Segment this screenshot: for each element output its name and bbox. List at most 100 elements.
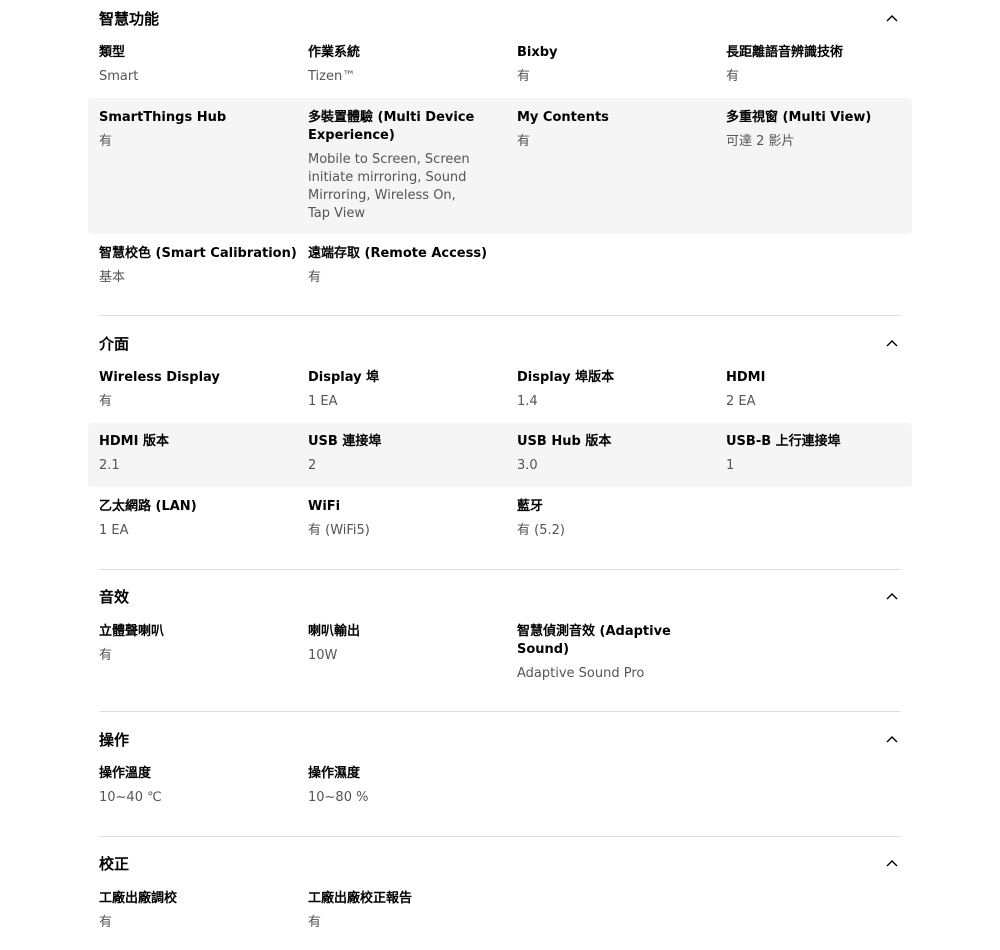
spec-row: HDMI 版本 2.1 USB 連接埠 2 USB Hub 版本 3.0 USB… xyxy=(88,423,912,487)
spec-label: HDMI 版本 xyxy=(99,434,169,449)
spec-item: Bixby 有 xyxy=(517,44,692,86)
spec-item: Wireless Display 有 xyxy=(99,369,274,411)
chevron-up-icon[interactable] xyxy=(885,338,899,350)
spec-label: USB Hub 版本 xyxy=(517,434,612,449)
spec-value: 有 xyxy=(99,648,113,663)
spec-label: 作業系統 xyxy=(308,45,361,60)
spec-label: 長距離語音辨識技術 xyxy=(726,45,844,60)
spec-item: 長距離語音辨識技術 有 xyxy=(726,44,901,86)
spec-label: 智慧校色 (Smart Calibration) xyxy=(99,246,297,261)
spec-row: 乙太網路 (LAN) 1 EA WiFi 有 (WiFi5) 藍牙 有 (5.2… xyxy=(88,489,912,549)
spec-value: 有 xyxy=(726,69,740,84)
spec-label: 喇叭輸出 xyxy=(308,624,361,639)
spec-label: Bixby xyxy=(517,45,558,60)
chevron-up-icon[interactable] xyxy=(885,591,899,603)
spec-value: 1.4 xyxy=(517,394,538,409)
spec-item: Display 埠 1 EA xyxy=(308,369,483,411)
spec-item: Display 埠版本 1.4 xyxy=(517,369,692,411)
spec-value: Mobile to Screen, Screen initiate mirror… xyxy=(308,152,470,221)
spec-value: 有 (5.2) xyxy=(517,523,565,538)
spec-label: 操作濕度 xyxy=(308,766,361,781)
spec-value: 可達 2 影片 xyxy=(726,134,795,149)
chevron-up-icon[interactable] xyxy=(885,858,899,870)
spec-label: Wireless Display xyxy=(99,370,220,385)
spec-value: 有 xyxy=(308,915,322,930)
spec-label: 智慧偵測音效 (Adaptive Sound) xyxy=(517,624,671,657)
section-title: 智慧功能 xyxy=(99,10,160,28)
spec-item: WiFi 有 (WiFi5) xyxy=(308,498,483,540)
spec-label: 多重視窗 (Multi View) xyxy=(726,110,872,125)
spec-value: 2 EA xyxy=(726,394,756,409)
spec-label: Display 埠 xyxy=(308,370,380,385)
spec-item: 乙太網路 (LAN) 1 EA xyxy=(99,498,274,540)
spec-value: 有 xyxy=(99,134,113,149)
spec-label: 類型 xyxy=(99,45,126,60)
spec-item: HDMI 2 EA xyxy=(726,369,901,411)
spec-label: Display 埠版本 xyxy=(517,370,615,385)
spec-label: 遠端存取 (Remote Access) xyxy=(308,246,488,261)
section-divider xyxy=(99,569,901,570)
spec-label: 乙太網路 (LAN) xyxy=(99,499,197,514)
spec-item: 藍牙 有 (5.2) xyxy=(517,498,692,540)
spec-item: 遠端存取 (Remote Access) 有 xyxy=(308,245,508,287)
spec-value: 有 xyxy=(99,915,113,930)
spec-item: 類型 Smart xyxy=(99,44,274,86)
section-title: 音效 xyxy=(99,588,130,606)
spec-value: 10~80 % xyxy=(308,790,369,805)
section-title: 操作 xyxy=(99,731,130,749)
spec-label: 操作溫度 xyxy=(99,766,152,781)
spec-value: Smart xyxy=(99,69,139,84)
spec-value: 有 (WiFi5) xyxy=(308,523,370,538)
spec-label: 多裝置體驗 (Multi Device Experience) xyxy=(308,110,475,143)
spec-item: 立體聲喇叭 有 xyxy=(99,623,274,665)
spec-label: SmartThings Hub xyxy=(99,110,227,125)
spec-item: 操作溫度 10~40 ℃ xyxy=(99,765,274,807)
spec-value: 有 xyxy=(99,394,113,409)
spec-item: 操作濕度 10~80 % xyxy=(308,765,483,807)
spec-value: 2.1 xyxy=(99,458,120,473)
spec-row: 類型 Smart 作業系統 Tizen™ Bixby 有 長距離語音辨識技術 有 xyxy=(88,36,912,96)
spec-value: 10~40 ℃ xyxy=(99,790,162,805)
chevron-up-icon[interactable] xyxy=(885,13,899,25)
spec-item: 智慧校色 (Smart Calibration) 基本 xyxy=(99,245,299,287)
spec-item: USB 連接埠 2 xyxy=(308,433,483,475)
spec-value: 3.0 xyxy=(517,458,538,473)
spec-item: USB-B 上行連接埠 1 xyxy=(726,433,901,475)
spec-value: 2 xyxy=(308,458,317,473)
spec-item: USB Hub 版本 3.0 xyxy=(517,433,692,475)
spec-label: 藍牙 xyxy=(517,499,544,514)
spec-item: 多重視窗 (Multi View) 可達 2 影片 xyxy=(726,109,901,151)
spec-value: 1 EA xyxy=(99,523,129,538)
section-divider xyxy=(99,836,901,837)
spec-item: 喇叭輸出 10W xyxy=(308,623,483,665)
spec-value: 基本 xyxy=(99,270,126,285)
spec-item: My Contents 有 xyxy=(517,109,692,151)
spec-row: 操作溫度 10~40 ℃ 操作濕度 10~80 % xyxy=(88,756,912,816)
spec-label: HDMI xyxy=(726,370,766,385)
spec-label: USB 連接埠 xyxy=(308,434,382,449)
spec-value: 1 EA xyxy=(308,394,338,409)
spec-item: SmartThings Hub 有 xyxy=(99,109,274,151)
spec-item: HDMI 版本 2.1 xyxy=(99,433,274,475)
spec-row: 智慧校色 (Smart Calibration) 基本 遠端存取 (Remote… xyxy=(88,236,912,296)
section-title: 介面 xyxy=(99,335,130,353)
spec-label: 工廠出廠調校 xyxy=(99,891,178,906)
spec-label: 立體聲喇叭 xyxy=(99,624,165,639)
spec-value: 1 xyxy=(726,458,735,473)
section-title: 校正 xyxy=(99,855,130,873)
spec-row: 工廠出廠調校 有 工廠出廠校正報告 有 xyxy=(88,881,912,941)
spec-value: Adaptive Sound Pro xyxy=(517,666,645,681)
spec-page: 智慧功能 類型 Smart 作業系統 Tizen™ Bixby 有 長距離語音辨… xyxy=(0,0,1000,950)
spec-item: 多裝置體驗 (Multi Device Experience) Mobile t… xyxy=(308,109,478,223)
spec-label: WiFi xyxy=(308,499,341,514)
section-divider xyxy=(99,315,901,316)
chevron-up-icon[interactable] xyxy=(885,734,899,746)
spec-item: 智慧偵測音效 (Adaptive Sound) Adaptive Sound P… xyxy=(517,623,677,683)
spec-item: 工廠出廠調校 有 xyxy=(99,890,274,932)
spec-value: 有 xyxy=(517,69,531,84)
spec-value: 有 xyxy=(517,134,531,149)
spec-label: 工廠出廠校正報告 xyxy=(308,891,413,906)
spec-row: Wireless Display 有 Display 埠 1 EA Displa… xyxy=(88,360,912,422)
spec-row: 立體聲喇叭 有 喇叭輸出 10W 智慧偵測音效 (Adaptive Sound)… xyxy=(88,614,912,694)
spec-label: USB-B 上行連接埠 xyxy=(726,434,841,449)
